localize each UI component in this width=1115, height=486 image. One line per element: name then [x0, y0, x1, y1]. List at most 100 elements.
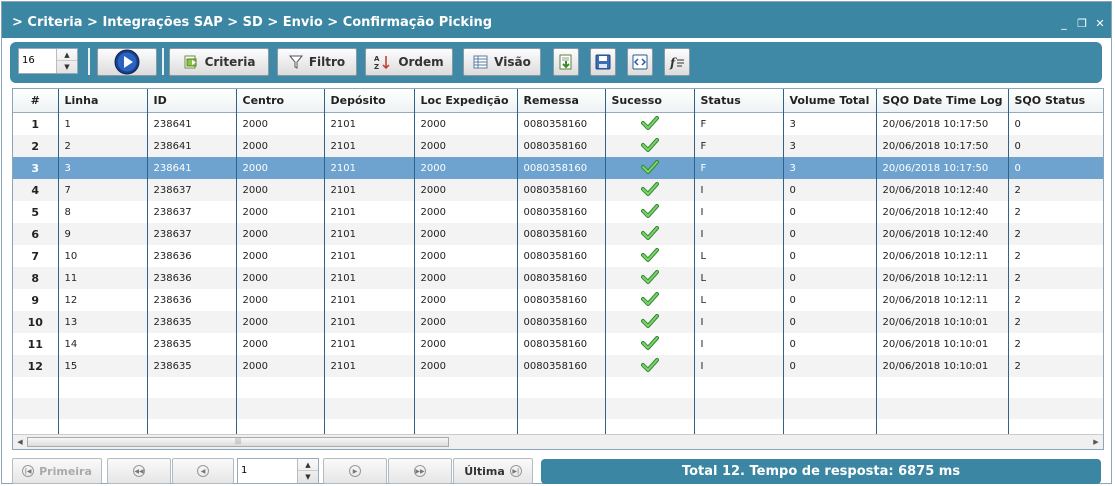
table-row[interactable]: 2 2 238641 2000 2101 2000 0080358160 F 3 20/06/20…: [13, 135, 1103, 157]
code-button[interactable]: [627, 48, 653, 76]
spin-down-icon[interactable]: ▼: [298, 471, 318, 483]
close-icon[interactable]: ✕: [1095, 18, 1105, 29]
cell-loc: 2000: [414, 157, 518, 179]
cell-volume: 0: [783, 289, 877, 311]
table-row[interactable]: 11 14 238635 2000 2101 2000 0080358160 I 0 20/06/…: [13, 333, 1103, 355]
breadcrumb: > Criteria > Integrações SAP > SD > Envi…: [12, 15, 493, 30]
column-divider: [694, 89, 695, 435]
table-row[interactable]: 5 8 238637 2000 2101 2000 0080358160 I 0 20/06/20…: [13, 201, 1103, 223]
cell-status: I: [694, 333, 784, 355]
page-size-input[interactable]: [19, 49, 58, 71]
cell-datetime: 20/06/2018 10:12:40: [876, 223, 1009, 245]
horizontal-scrollbar[interactable]: ◀ ||| ▶: [13, 434, 1103, 449]
column-header[interactable]: Linha: [58, 89, 148, 113]
cell-deposito: 2101: [324, 289, 415, 311]
cell-loc: 2000: [414, 223, 518, 245]
code-icon: [632, 54, 648, 70]
column-header[interactable]: Centro: [236, 89, 325, 113]
cell-centro: 2000: [236, 223, 325, 245]
cell-loc: 2000: [414, 289, 518, 311]
criteria-icon: [184, 55, 197, 69]
cell-id: 238636: [147, 289, 237, 311]
restore-icon[interactable]: ❐: [1077, 18, 1087, 29]
column-header[interactable]: SQO Date Time Log: [876, 89, 1009, 113]
table-row[interactable]: 6 9 238637 2000 2101 2000 0080358160 I 0 20/06/20…: [13, 223, 1103, 245]
prev-page-button[interactable]: ◀: [172, 458, 234, 484]
cell-remessa: 0080358160: [517, 289, 606, 311]
column-header[interactable]: ID: [147, 89, 237, 113]
cell-id: 238641: [147, 112, 237, 135]
cell-deposito: 2101: [324, 112, 415, 135]
table-row[interactable]: 4 7 238637 2000 2101 2000 0080358160 I 0 20/06/20…: [13, 179, 1103, 201]
cell-datetime: 20/06/2018 10:17:50: [876, 157, 1009, 179]
cell-centro: 2000: [236, 201, 325, 223]
table-row[interactable]: 10 13 238635 2000 2101 2000 0080358160 I 0 20/06/…: [13, 311, 1103, 333]
scroll-left-icon[interactable]: ◀: [14, 436, 26, 448]
cell-datetime: 20/06/2018 10:10:01: [876, 333, 1009, 355]
toolbar: ▲ ▼ Criteria Filtro AZ Ordem Visão: [10, 42, 1102, 83]
function-button[interactable]: f: [664, 48, 690, 76]
column-header[interactable]: #: [13, 89, 59, 113]
last-page-button[interactable]: Última ▶|: [453, 458, 533, 484]
check-icon: [640, 203, 659, 218]
svg-text:Z: Z: [374, 63, 379, 70]
last-page-icon: ▶|: [509, 465, 522, 477]
table-row[interactable]: 1 1 238641 2000 2101 2000 0080358160 F 3 20/06/20…: [13, 112, 1103, 135]
cell-linha: 9: [58, 223, 148, 245]
cell-id: 238637: [147, 179, 237, 201]
cell-status: I: [694, 355, 784, 377]
column-header[interactable]: Remessa: [517, 89, 606, 113]
cell-loc: 2000: [414, 201, 518, 223]
column-header[interactable]: Loc Expedição: [414, 89, 518, 113]
next-page-button[interactable]: ▶: [323, 458, 387, 484]
scrollbar-thumb[interactable]: |||: [27, 437, 449, 447]
cell-sqo-status: 2: [1008, 355, 1103, 377]
cell-centro: 2000: [236, 112, 325, 135]
page-number-stepper[interactable]: ▲ ▼: [237, 458, 319, 484]
table-row[interactable]: 7 10 238636 2000 2101 2000 0080358160 L 0 20/06/2…: [13, 245, 1103, 267]
cell-volume: 0: [783, 223, 877, 245]
spin-up-icon[interactable]: ▲: [57, 49, 77, 61]
page-number-input[interactable]: [238, 459, 277, 481]
minimize-icon[interactable]: _: [1059, 18, 1069, 29]
save-button[interactable]: [590, 48, 616, 76]
table-row[interactable]: 8 11 238636 2000 2101 2000 0080358160 L 0 20/06/2…: [13, 267, 1103, 289]
column-divider: [236, 89, 237, 435]
visao-button[interactable]: Visão: [463, 48, 541, 76]
scroll-right-icon[interactable]: ▶: [1090, 436, 1102, 448]
spin-down-icon[interactable]: ▼: [57, 61, 77, 73]
column-header[interactable]: Volume Total: [783, 89, 877, 113]
cell-centro: 2000: [236, 267, 325, 289]
cell-centro: 2000: [236, 333, 325, 355]
cell-deposito: 2101: [324, 179, 415, 201]
ordem-button[interactable]: AZ Ordem: [365, 48, 453, 76]
first-page-button[interactable]: |◀ Primeira: [12, 458, 102, 484]
filtro-button[interactable]: Filtro: [277, 48, 357, 76]
cell-id: 238635: [147, 311, 237, 333]
page-number-spin-buttons: ▲ ▼: [297, 459, 318, 483]
column-header[interactable]: Sucesso: [605, 89, 695, 113]
column-header[interactable]: Depósito: [324, 89, 415, 113]
export-button[interactable]: [553, 48, 579, 76]
criteria-button[interactable]: Criteria: [169, 48, 269, 76]
next-block-button[interactable]: ▶▶: [388, 458, 452, 484]
table-row[interactable]: 12 15 238635 2000 2101 2000 0080358160 I 0 20/06/…: [13, 355, 1103, 377]
column-header[interactable]: SQO Status: [1008, 89, 1103, 113]
table-row[interactable]: 9 12 238636 2000 2101 2000 0080358160 L 0 20/06/2…: [13, 289, 1103, 311]
prev-block-button[interactable]: ◀◀: [107, 458, 171, 484]
cell-deposito: 2101: [324, 201, 415, 223]
cell-loc: 2000: [414, 135, 518, 157]
cell-sucesso: [605, 245, 695, 267]
cell-id: 238636: [147, 245, 237, 267]
svg-text:A: A: [374, 55, 380, 63]
spin-up-icon[interactable]: ▲: [298, 459, 318, 471]
page-size-stepper[interactable]: ▲ ▼: [18, 48, 78, 74]
cell-volume: 0: [783, 201, 877, 223]
table-row[interactable]: 3 3 238641 2000 2101 2000 0080358160 F 3 20/06/20…: [13, 157, 1103, 179]
cell-id: 238635: [147, 333, 237, 355]
column-divider: [147, 89, 148, 435]
run-button[interactable]: [97, 48, 157, 76]
svg-text:f: f: [669, 56, 677, 70]
column-header[interactable]: Status: [694, 89, 784, 113]
last-page-label: Última: [464, 464, 505, 478]
